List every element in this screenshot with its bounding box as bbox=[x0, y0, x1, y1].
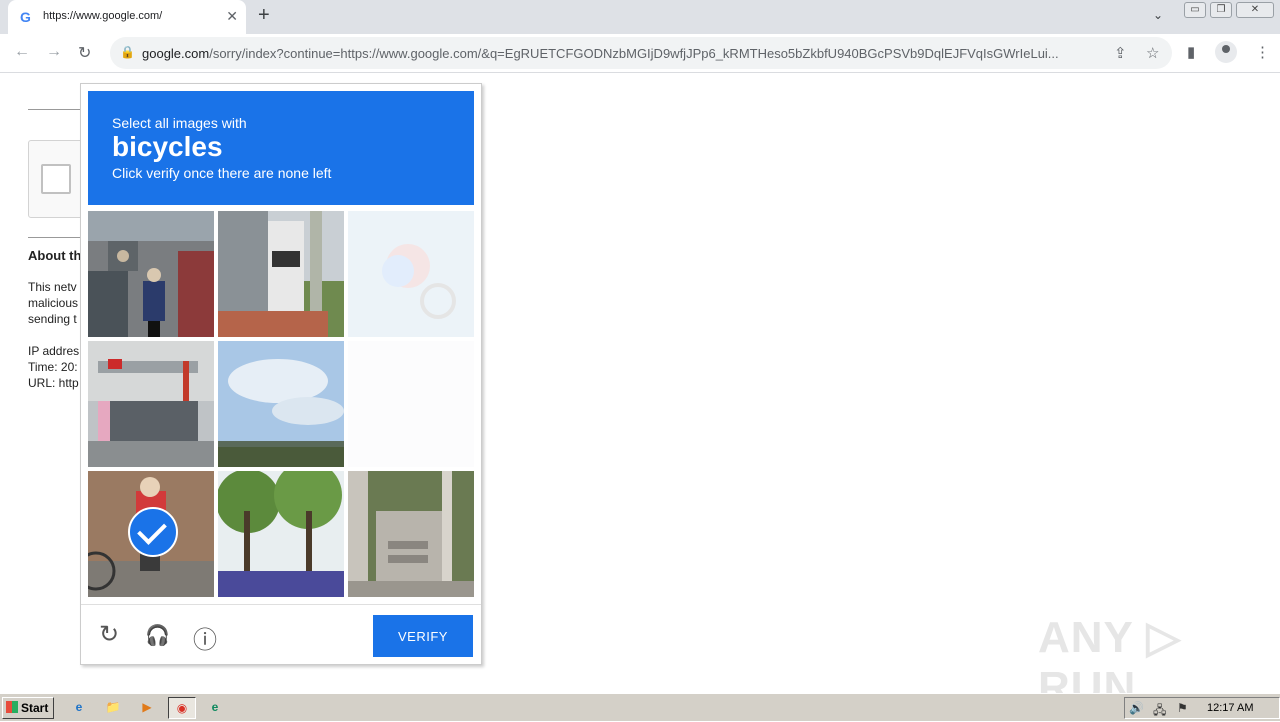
url-text[interactable]: google.com/sorry/index?continue=https://… bbox=[142, 46, 1102, 61]
start-label: Start bbox=[21, 701, 49, 715]
taskbar: Start e 📁 ▶ ◉ e 🔊 🖧 ⚑ 12:17 AM bbox=[0, 693, 1280, 721]
about-line-2: malicious bbox=[28, 296, 79, 310]
tile-stairs-wall[interactable] bbox=[348, 471, 474, 597]
url-path: /sorry/index?continue=https://www.google… bbox=[209, 46, 1059, 61]
restore-button[interactable]: ❐ bbox=[1210, 2, 1232, 18]
bus-pole-image bbox=[218, 211, 344, 337]
tab-title: https://www.google.com/ bbox=[43, 10, 163, 22]
tile-motorbikes-street[interactable] bbox=[88, 211, 214, 337]
profile-avatar[interactable] bbox=[1215, 41, 1237, 63]
blank-loading-image bbox=[348, 341, 474, 467]
close-window-button[interactable]: ✕ bbox=[1236, 2, 1274, 18]
url-host: google.com bbox=[142, 46, 210, 61]
selected-check-icon bbox=[128, 507, 178, 557]
start-button[interactable]: Start bbox=[2, 697, 54, 719]
verify-button[interactable]: VERIFY bbox=[373, 615, 473, 657]
challenge-instruction: Select all images with bbox=[112, 115, 247, 131]
challenge-footer: ↻ 🎧 ⓘ VERIFY bbox=[81, 604, 481, 665]
divider-top bbox=[28, 109, 88, 110]
share-icon[interactable]: ⇪ bbox=[1114, 44, 1127, 62]
tab-close-icon[interactable]: ✕ bbox=[226, 8, 238, 25]
tile-fading-bicycle[interactable] bbox=[348, 211, 474, 337]
side-panel-icon[interactable]: ▮ bbox=[1187, 43, 1195, 61]
google-favicon-icon: G bbox=[20, 9, 31, 25]
tile-trees-flowers[interactable] bbox=[218, 471, 344, 597]
sky-bridge-image bbox=[218, 341, 344, 467]
stairs-wall-image bbox=[348, 471, 474, 597]
url-label: URL: http bbox=[28, 376, 79, 390]
challenge-header: Select all images with bicycles Click ve… bbox=[88, 91, 474, 205]
trees-flowers-image bbox=[218, 471, 344, 597]
reload-challenge-icon[interactable]: ↻ bbox=[99, 620, 119, 649]
clock[interactable]: 12:17 AM bbox=[1207, 702, 1253, 714]
address-bar[interactable]: 🔒 google.com/sorry/index?continue=https:… bbox=[110, 37, 1172, 69]
system-tray: 🔊 🖧 ⚑ 12:17 AM bbox=[1124, 697, 1280, 719]
audio-challenge-icon[interactable]: 🎧 bbox=[145, 623, 170, 648]
about-line-1: This netv bbox=[28, 280, 77, 294]
menu-kebab-icon[interactable]: ⋮ bbox=[1255, 43, 1270, 61]
chrome-icon[interactable]: ◉ bbox=[168, 697, 196, 719]
tab-bar: G https://www.google.com/ ✕ + ⌄ ▭ ❐ ✕ bbox=[0, 0, 1280, 34]
motorbikes-street-image bbox=[88, 211, 214, 337]
bookmark-star-icon[interactable]: ☆ bbox=[1146, 44, 1159, 62]
fading-bicycle-image bbox=[348, 211, 474, 337]
time-label: Time: 20: bbox=[28, 360, 78, 374]
ie-icon[interactable]: e bbox=[68, 697, 90, 717]
new-tab-button[interactable]: + bbox=[258, 4, 270, 27]
browser-toolbar: ← → ↻ 🔒 google.com/sorry/index?continue=… bbox=[0, 34, 1280, 73]
browser-tab[interactable]: G https://www.google.com/ ✕ bbox=[8, 0, 246, 34]
forward-button[interactable]: → bbox=[46, 43, 62, 61]
minimize-button[interactable]: ▭ bbox=[1184, 2, 1206, 18]
reload-button[interactable]: ↻ bbox=[78, 43, 91, 63]
lock-icon[interactable]: 🔒 bbox=[120, 45, 135, 59]
media-player-icon[interactable]: ▶ bbox=[136, 697, 158, 717]
recaptcha-challenge: Select all images with bicycles Click ve… bbox=[80, 83, 482, 665]
storefront-image bbox=[88, 341, 214, 467]
about-heading: About th bbox=[28, 248, 82, 263]
volume-icon[interactable]: 🔊 bbox=[1129, 701, 1144, 715]
ip-address-label: IP addres bbox=[28, 344, 80, 358]
about-line-3: sending t bbox=[28, 312, 77, 326]
tab-search-chevron-down-icon[interactable]: ⌄ bbox=[1153, 8, 1163, 22]
edge-icon[interactable]: e bbox=[204, 697, 226, 717]
info-icon[interactable]: ⓘ bbox=[193, 620, 217, 655]
explorer-folder-icon[interactable]: 📁 bbox=[102, 697, 124, 717]
back-button[interactable]: ← bbox=[14, 43, 30, 61]
recaptcha-checkbox[interactable] bbox=[41, 164, 71, 194]
tile-child-bicycle[interactable] bbox=[88, 471, 214, 597]
tile-sky-bridge[interactable] bbox=[218, 341, 344, 467]
action-center-flag-icon[interactable]: ⚑ bbox=[1177, 701, 1188, 715]
tile-bus-pole[interactable] bbox=[218, 211, 344, 337]
tile-storefront[interactable] bbox=[88, 341, 214, 467]
divider-bottom bbox=[28, 237, 88, 238]
tile-blank-loading[interactable] bbox=[348, 341, 474, 467]
windows-flag-icon bbox=[6, 701, 18, 713]
challenge-target: bicycles bbox=[112, 131, 223, 162]
network-icon[interactable]: 🖧 bbox=[1153, 701, 1166, 722]
challenge-hint: Click verify once there are none left bbox=[112, 165, 332, 181]
